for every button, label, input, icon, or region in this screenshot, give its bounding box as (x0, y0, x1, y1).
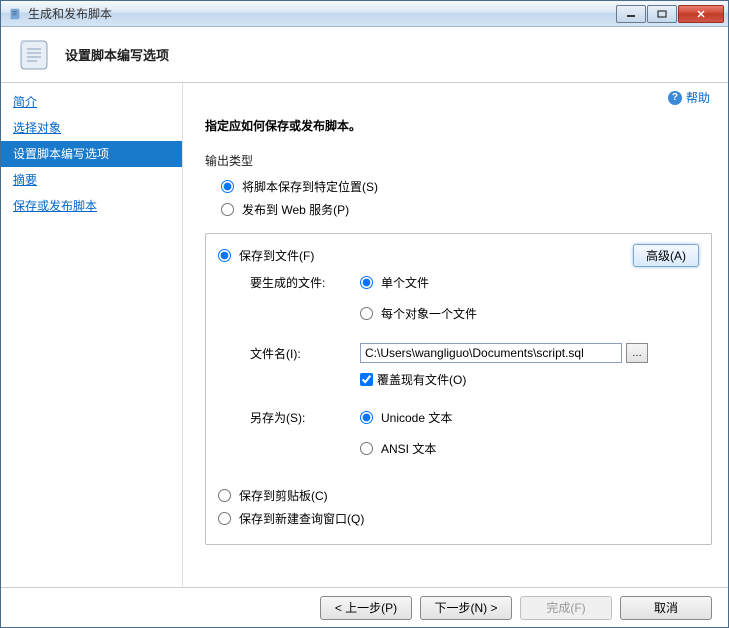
previous-button[interactable]: < 上一步(P) (320, 596, 412, 620)
next-button[interactable]: 下一步(N) > (420, 596, 512, 620)
sidebar-item-choose-objects[interactable]: 选择对象 (1, 115, 182, 141)
radio-unicode[interactable]: Unicode 文本 (360, 406, 452, 429)
finish-button: 完成(F) (520, 596, 612, 620)
main-row: 简介 选择对象 设置脚本编写选项 摘要 保存或发布脚本 ? 帮助 指定应如何保存… (1, 83, 728, 587)
output-type-label: 输出类型 (205, 152, 712, 169)
sidebar-item-summary[interactable]: 摘要 (1, 167, 182, 193)
window-title: 生成和发布脚本 (28, 5, 615, 22)
overwrite-checkbox-row[interactable]: 覆盖现有文件(O) (360, 371, 466, 388)
radio-publish-web-input[interactable] (221, 203, 234, 216)
help-label: 帮助 (686, 89, 710, 106)
save-as-label: 另存为(S): (250, 409, 360, 426)
radio-save-to-file-input[interactable] (218, 249, 231, 262)
radio-save-to-file[interactable]: 保存到文件(F) (218, 244, 633, 267)
sidebar-item-intro[interactable]: 简介 (1, 89, 182, 115)
browse-button[interactable]: … (626, 343, 648, 363)
radio-single-file-input[interactable] (360, 276, 373, 289)
cancel-button[interactable]: 取消 (620, 596, 712, 620)
radio-ansi[interactable]: ANSI 文本 (360, 437, 436, 460)
help-link[interactable]: ? 帮助 (668, 89, 710, 106)
titlebar: 生成和发布脚本 (1, 1, 728, 27)
radio-publish-web[interactable]: 发布到 Web 服务(P) (205, 198, 712, 221)
radio-save-to-clipboard[interactable]: 保存到剪贴板(C) (218, 484, 699, 507)
radio-save-to-location-input[interactable] (221, 180, 234, 193)
filename-label: 文件名(I): (250, 345, 360, 362)
save-options-panel: 保存到文件(F) 高级(A) 要生成的文件: 单个文件 (205, 233, 712, 545)
wizard-steps: 简介 选择对象 设置脚本编写选项 摘要 保存或发布脚本 (1, 83, 183, 587)
wizard-header: 设置脚本编写选项 (1, 27, 728, 83)
wizard-window: 生成和发布脚本 设置脚本编写选项 简介 选择对象 设置脚本编写选项 摘要 保存或… (0, 0, 729, 628)
radio-save-to-location[interactable]: 将脚本保存到特定位置(S) (205, 175, 712, 198)
files-to-generate-label: 要生成的文件: (250, 274, 360, 291)
sidebar-item-save-publish[interactable]: 保存或发布脚本 (1, 193, 182, 219)
radio-ansi-input[interactable] (360, 442, 373, 455)
scroll-icon (13, 35, 53, 75)
sidebar-item-scripting-options[interactable]: 设置脚本编写选项 (1, 141, 182, 167)
maximize-button[interactable] (647, 5, 677, 23)
advanced-button[interactable]: 高级(A) (633, 244, 699, 267)
app-icon (7, 6, 23, 22)
window-controls (615, 5, 724, 23)
minimize-button[interactable] (616, 5, 646, 23)
help-icon: ? (668, 91, 682, 105)
filename-input[interactable] (360, 343, 622, 363)
radio-per-object-input[interactable] (360, 307, 373, 320)
page-title: 设置脚本编写选项 (65, 45, 169, 64)
radio-per-object[interactable]: 每个对象一个文件 (360, 302, 477, 325)
radio-unicode-input[interactable] (360, 411, 373, 424)
close-button[interactable] (678, 5, 724, 23)
content-area: ? 帮助 指定应如何保存或发布脚本。 输出类型 将脚本保存到特定位置(S) 发布… (183, 83, 728, 587)
radio-save-to-query-window[interactable]: 保存到新建查询窗口(Q) (218, 507, 699, 530)
overwrite-checkbox[interactable] (360, 373, 373, 386)
instruction-text: 指定应如何保存或发布脚本。 (205, 117, 712, 134)
wizard-footer: < 上一步(P) 下一步(N) > 完成(F) 取消 (1, 587, 728, 627)
radio-save-to-clipboard-input[interactable] (218, 489, 231, 502)
radio-single-file[interactable]: 单个文件 (360, 271, 429, 294)
radio-save-to-query-window-input[interactable] (218, 512, 231, 525)
